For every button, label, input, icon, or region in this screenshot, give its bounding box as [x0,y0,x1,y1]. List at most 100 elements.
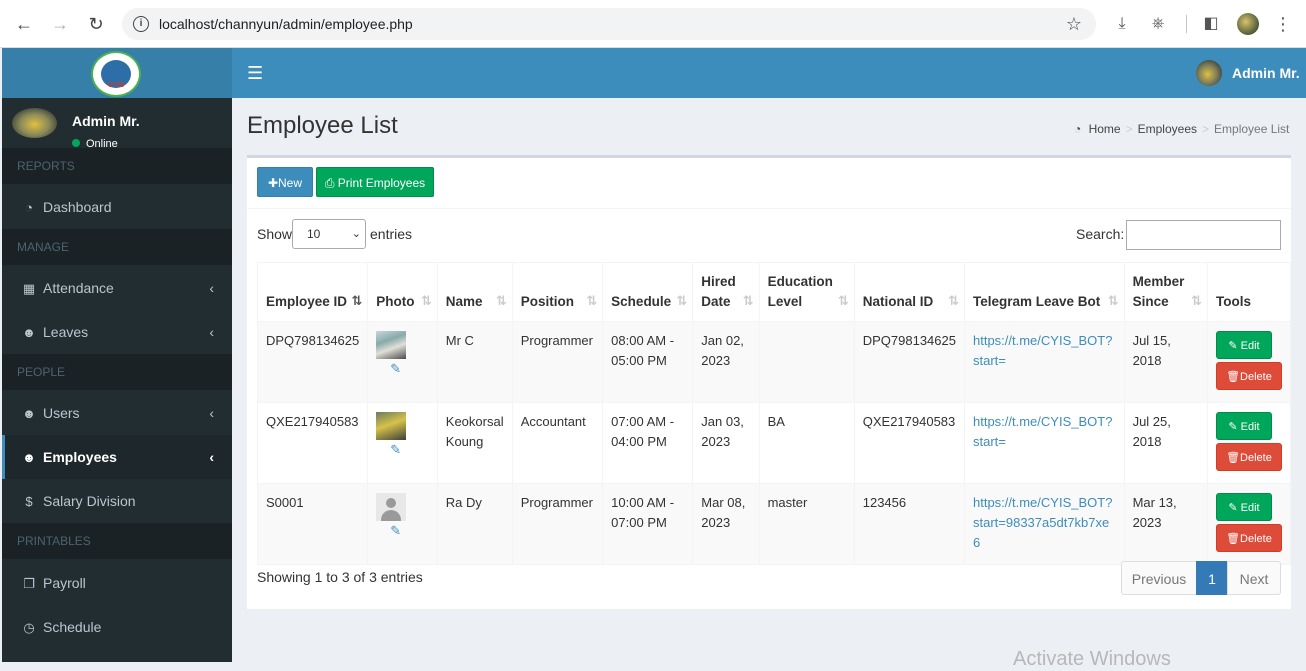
hamburger-menu-icon[interactable]: ☰ [247,63,263,84]
sidebar-item-attendance[interactable]: ▦ Attendance ‹ [2,266,232,310]
column-header[interactable]: Member Since ⇅ [1123,262,1208,322]
sidebar-item-salary-division[interactable]: $ Salary Division [2,479,232,523]
sidebar-item-label: Payroll [43,575,86,591]
back-arrow-icon[interactable]: ← [12,12,36,36]
cell-hired-date: Jan 02, 2023 [692,321,760,403]
header-avatar[interactable] [1196,60,1222,86]
telegram-link[interactable]: https://t.me/CYIS_BOT?start= [973,333,1112,368]
sort-icon: ⇅ [586,293,597,308]
sidebar-item-dashboard[interactable]: ◔ Dashboard [2,185,232,229]
sidebar-item-label: Attendance [43,280,114,296]
breadcrumb-employees[interactable]: Employees [1138,122,1197,136]
sort-icon: ⇅ [495,293,507,308]
logo-text: CYIS [107,82,125,89]
sidebar-item-users[interactable]: ☻ Users ‹ [2,391,232,435]
sort-icon: ⇅ [1107,293,1119,308]
employee-box: ✚New ⎙ Print Employees Show 10 ⌄ entries … [247,155,1292,609]
search-input[interactable] [1126,220,1281,250]
edit-photo-icon[interactable]: ✎ [390,521,401,541]
chevron-left-icon: ‹ [209,280,214,296]
column-header[interactable]: Tools [1206,262,1292,322]
star-icon[interactable]: ☆ [1066,8,1082,40]
cell-position: Programmer [511,321,604,403]
kebab-menu-icon[interactable]: ⋮ [1271,12,1295,36]
cell-hired-date: Mar 08, 2023 [692,483,760,565]
column-header-label: Position [520,294,574,309]
column-header[interactable]: Schedule ⇅ [602,262,694,322]
previous-page-button[interactable]: Previous [1121,561,1197,595]
toolbar-divider [1186,15,1187,33]
column-header[interactable]: Employee ID ⇅ [256,262,369,322]
delete-button[interactable]: 🗑Delete [1215,443,1282,471]
edit-photo-icon[interactable]: ✎ [390,440,401,460]
trash-icon: 🗑 [1226,452,1241,464]
edit-button[interactable]: ✎ Edit [1215,331,1272,359]
reload-icon[interactable]: ↻ [84,12,108,36]
edit-button-label: Edit [1240,421,1260,433]
url-text[interactable]: localhost/channyun/admin/employee.php [159,8,413,40]
cell-hired-date: Jan 03, 2023 [692,402,760,484]
sidebar-item-leaves[interactable]: ☻ Leaves ‹ [2,310,232,354]
edit-icon: ✎ [1228,502,1241,514]
employee-photo [376,493,407,521]
cell-member-since: Jul 25, 2018 [1123,402,1208,484]
box-header: ✚New ⎙ Print Employees [247,158,1291,209]
new-employee-button[interactable]: ✚New [257,167,313,197]
dollar-icon: $ [25,494,33,509]
column-header[interactable]: Education Level ⇅ [758,262,855,322]
user-panel: Admin Mr. Online [2,98,232,150]
next-page-button[interactable]: Next [1227,561,1281,595]
plus-icon: ✚ [267,176,279,190]
clock-icon: ◷ [23,620,35,635]
sidebar-item-schedule[interactable]: ◷ Schedule [2,605,232,649]
column-header-label: Telegram Leave Bot [972,294,1101,309]
menu-header-printables: PRINTABLES [2,523,232,559]
cell-name: Ra Dy [436,483,513,565]
info-icon[interactable]: i [133,16,149,32]
edit-button[interactable]: ✎ Edit [1215,493,1272,521]
print-employees-button[interactable]: ⎙ Print Employees [316,167,434,197]
telegram-link[interactable]: https://t.me/CYIS_BOT?start=98337a5dt7kb… [973,495,1112,550]
edit-button-label: Edit [1240,502,1260,514]
trash-icon: 🗑 [1226,371,1241,383]
column-header[interactable]: Hired Date ⇅ [692,262,760,322]
delete-button[interactable]: 🗑Delete [1215,524,1282,552]
column-header-label: Photo [376,294,415,309]
column-header[interactable]: National ID ⇅ [853,262,965,322]
profile-avatar[interactable] [1237,13,1259,35]
sidebar-item-employees[interactable]: ☻ Employees ‹ [2,435,232,479]
table-row: S0001 ✎ Ra Dy Programmer 10:00 AM - 07:0… [256,483,1292,565]
forward-arrow-icon[interactable]: → [48,12,72,36]
entries-select-value: 10 [307,227,321,241]
entries-select[interactable]: 10 ⌄ [292,219,366,249]
column-header[interactable]: Name ⇅ [436,262,513,322]
puzzle-icon[interactable]: ⎈ [1146,12,1170,36]
column-header[interactable]: Photo ⇅ [367,262,438,322]
cell-employee-id: QXE217940583 [256,402,369,484]
page-1-button[interactable]: 1 [1196,561,1228,595]
side-panel-icon[interactable]: ◧ [1199,12,1223,36]
header-user-name[interactable]: Admin Mr. [1232,65,1300,81]
cell-member-since: Jul 15, 2018 [1123,321,1208,403]
address-bar[interactable]: i localhost/channyun/admin/employee.php … [122,8,1096,40]
download-icon[interactable]: ⤓ [1110,12,1134,36]
sort-asc-icon: ⇅ [351,293,362,308]
user-avatar [12,108,57,138]
logo-area[interactable]: CYIS [2,48,232,98]
chevron-left-icon: ‹ [209,449,214,465]
breadcrumb-home[interactable]: Home [1089,122,1121,136]
column-header[interactable]: Position ⇅ [511,262,604,322]
column-header[interactable]: Telegram Leave Bot ⇅ [963,262,1125,322]
telegram-link[interactable]: https://t.me/CYIS_BOT?start= [973,414,1112,449]
employee-table: Employee ID ⇅ Photo ⇅ Name ⇅ Position ⇅ Sche… [256,262,1292,565]
edit-photo-icon[interactable]: ✎ [390,359,401,379]
column-header-label: Member Since [1132,274,1185,309]
online-dot-icon [72,139,80,147]
table-header-row: Employee ID ⇅ Photo ⇅ Name ⇅ Position ⇅ Sche… [256,262,1292,322]
cell-tools: ✎ Edit 🗑Delete [1206,321,1292,403]
edit-button[interactable]: ✎ Edit [1215,412,1272,440]
users-icon: ☻ [22,325,36,340]
sidebar-item-payroll[interactable]: ❐ Payroll [2,561,232,605]
employee-photo [376,412,407,440]
delete-button[interactable]: 🗑Delete [1215,362,1282,390]
